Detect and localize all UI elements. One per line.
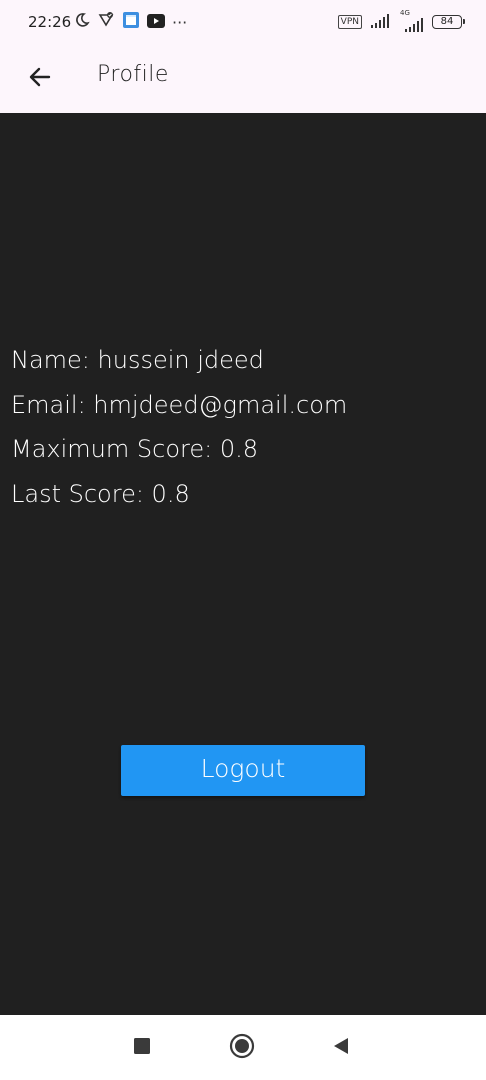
name-text: Name: hussein jdeed (11, 346, 264, 374)
last-score-text: Last Score: 0.8 (11, 479, 190, 508)
calendar-app-icon (122, 11, 140, 33)
system-nav-bar (0, 1015, 486, 1080)
signal-4g-icon: 4G (398, 9, 424, 32)
recents-square-icon (133, 1037, 151, 1059)
moon-icon (74, 12, 90, 32)
status-time: 22:26 (28, 13, 72, 31)
youtube-icon (147, 13, 165, 32)
arrow-left-icon (27, 64, 53, 94)
status-right-icons: VPN 4G 84 (337, 9, 465, 32)
maximum-score-text: Maximum Score: 0.8 (11, 435, 258, 463)
recents-button[interactable] (127, 1033, 157, 1063)
email-text: Email: hmjdeed@gmail.com (11, 390, 348, 419)
status-bar: 22:26 ··· VPN 4G 84 (0, 0, 486, 46)
profile-info: Name: hussein jdeed Email: hmjdeed@gmail… (11, 338, 347, 516)
status-left-icons: ··· (74, 12, 187, 32)
page-title: Profile (97, 62, 169, 87)
logout-button[interactable]: Logout (121, 745, 365, 796)
network-type-label: 4G (400, 9, 410, 17)
more-dots-icon: ··· (172, 12, 188, 32)
home-circle-icon (229, 1033, 255, 1063)
location-shield-icon (97, 11, 115, 33)
battery-icon: 84 (432, 15, 465, 29)
app-bar: Profile (0, 46, 486, 113)
back-nav-button[interactable] (326, 1033, 356, 1063)
profile-content: Name: hussein jdeed Email: hmjdeed@gmail… (0, 113, 486, 1015)
back-triangle-icon (331, 1036, 351, 1060)
home-button[interactable] (227, 1033, 257, 1063)
vpn-badge: VPN (337, 15, 362, 29)
signal-icon (370, 13, 390, 32)
back-button[interactable] (22, 61, 58, 97)
